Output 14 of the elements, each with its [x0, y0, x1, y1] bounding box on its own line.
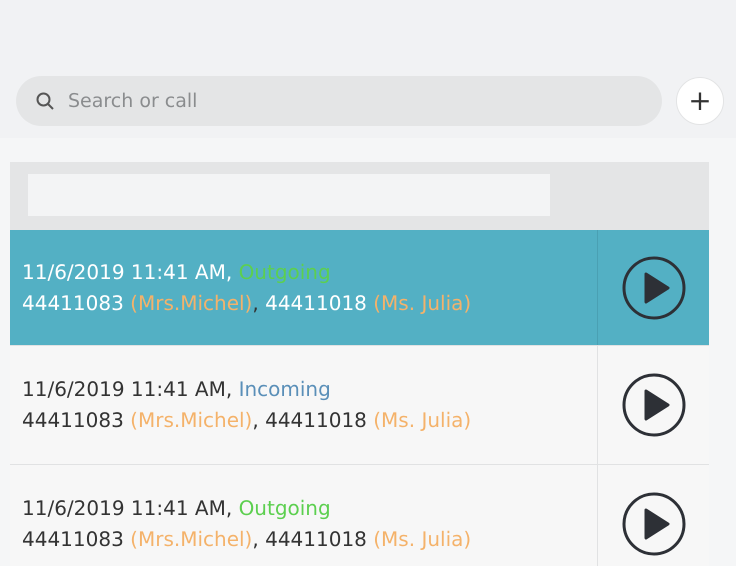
play-button[interactable] [622, 373, 686, 437]
search-field[interactable]: Search or call [16, 76, 662, 126]
call-row[interactable]: 11/6/2019 11:41 AM, Incoming 44411083 (Mrs.Michel), 44411018 (Ms. Julia) [10, 346, 709, 465]
add-button[interactable]: + [676, 77, 724, 125]
call-time-direction: 11/6/2019 11:41 AM, Incoming [22, 376, 332, 403]
search-icon [36, 92, 54, 110]
call-parties: 44411083 (Mrs.Michel), 44411018 (Ms. Julia) [22, 407, 472, 434]
call-time-direction: 11/6/2019 11:41 AM, Outgoing [22, 495, 332, 522]
play-button[interactable] [622, 256, 686, 320]
call-parties: 44411083 (Mrs.Michel), 44411018 (Ms. Julia) [22, 290, 472, 316]
play-button[interactable] [622, 492, 686, 556]
call-time-direction: 11/6/2019 11:41 AM, Outgoing [22, 258, 332, 286]
call-row[interactable]: 11/6/2019 11:41 AM, Outgoing 44411083 (Mrs.Michel), 44411018 (Ms. Julia) [10, 230, 709, 346]
call-parties: 44411083 (Mrs.Michel), 44411018 (Ms. Julia) [22, 526, 472, 553]
